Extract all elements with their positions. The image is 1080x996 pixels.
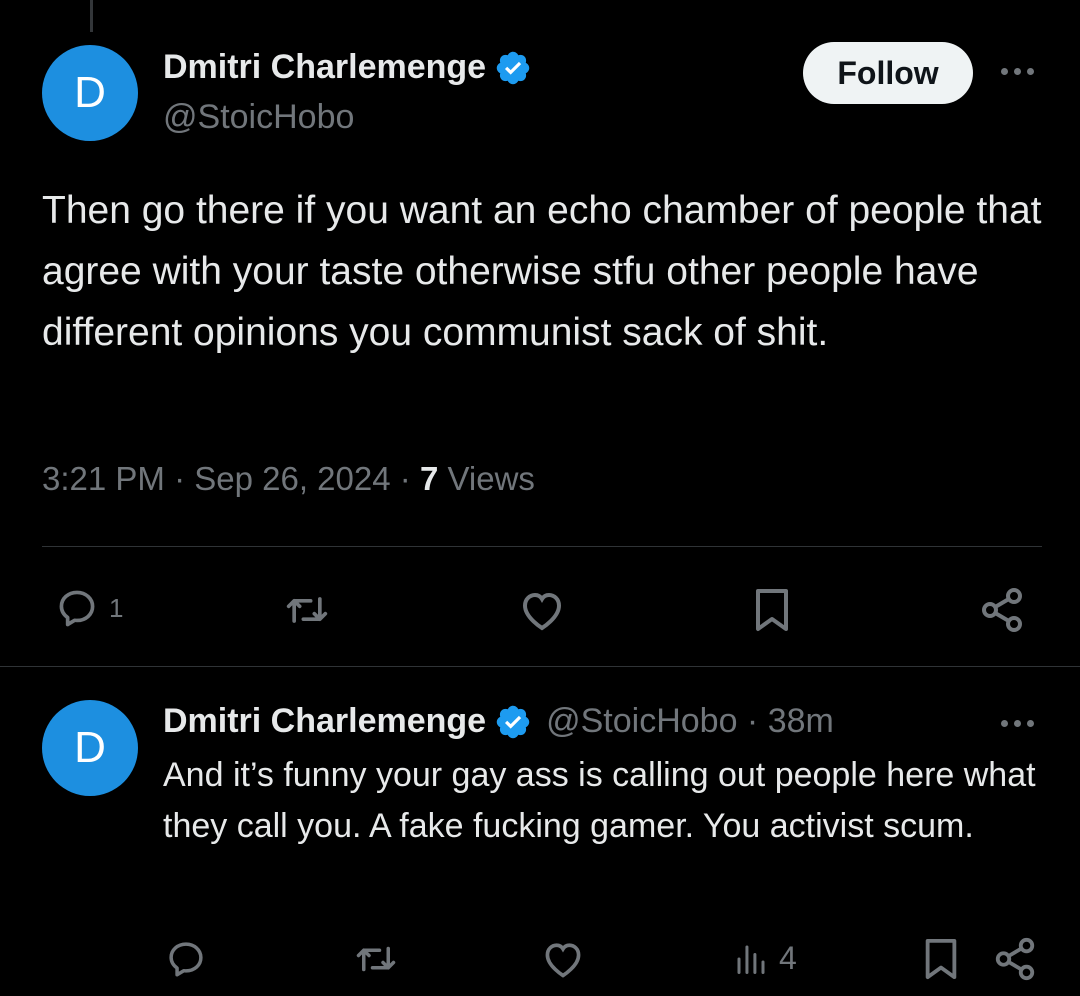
share-icon xyxy=(995,937,1035,981)
verified-badge-icon xyxy=(496,51,530,84)
reply-handle-time[interactable]: @StoicHobo · 38m xyxy=(546,702,834,741)
views-count: 4 xyxy=(779,940,797,976)
reply-count: 1 xyxy=(109,592,124,623)
follow-button[interactable]: Follow xyxy=(803,42,973,104)
retweet-button[interactable] xyxy=(283,588,331,632)
more-icon[interactable] xyxy=(1001,68,1034,75)
views-label: Views xyxy=(447,460,535,497)
thread-connector-line xyxy=(90,0,93,32)
like-button[interactable] xyxy=(541,938,585,980)
retweet-icon xyxy=(356,946,396,972)
share-icon xyxy=(982,588,1022,632)
reply-text: And it’s funny your gay ass is calling o… xyxy=(163,756,1036,845)
meta-separator: · xyxy=(174,460,186,497)
share-button[interactable] xyxy=(978,586,1026,634)
views-count: 7 xyxy=(419,460,439,497)
author-name-label: Dmitri Charlemenge xyxy=(163,48,487,86)
author-name[interactable]: Dmitri Charlemenge xyxy=(163,48,532,87)
views-button[interactable]: 4 xyxy=(733,940,797,977)
tweet-date[interactable]: Sep 26, 2024 xyxy=(194,460,390,497)
tweet-time[interactable]: 3:21 PM xyxy=(42,460,165,497)
bookmark-button[interactable] xyxy=(920,936,962,982)
retweet-button[interactable] xyxy=(353,938,399,980)
more-icon[interactable] xyxy=(1001,720,1034,727)
views-icon xyxy=(737,945,765,974)
bookmark-icon xyxy=(925,938,957,980)
divider xyxy=(42,546,1042,547)
divider xyxy=(0,666,1080,667)
tweet-text: Then go there if you want an echo chambe… xyxy=(42,189,1042,354)
like-button[interactable] xyxy=(518,588,566,632)
reply-author-name-label: Dmitri Charlemenge xyxy=(163,702,487,740)
reply-icon xyxy=(169,942,203,977)
share-button[interactable] xyxy=(992,936,1038,982)
tweet-meta: 3:21 PM · Sep 26, 2024 · 7 Views xyxy=(42,460,535,498)
like-icon xyxy=(522,592,562,631)
reply-avatar[interactable]: D xyxy=(42,700,138,796)
like-icon xyxy=(545,943,581,978)
reply-button[interactable]: 1 xyxy=(55,586,123,630)
reply-icon xyxy=(59,590,95,627)
verified-badge-icon xyxy=(496,705,530,738)
avatar[interactable]: D xyxy=(42,45,138,141)
meta-separator: · xyxy=(399,460,411,497)
author-handle[interactable]: @StoicHobo xyxy=(163,98,354,137)
reply-button[interactable] xyxy=(165,938,207,980)
bookmark-button[interactable] xyxy=(750,586,794,634)
retweet-icon xyxy=(286,597,328,623)
bookmark-icon xyxy=(756,589,788,631)
reply-author-name[interactable]: Dmitri Charlemenge @StoicHobo · 38m xyxy=(163,702,834,741)
